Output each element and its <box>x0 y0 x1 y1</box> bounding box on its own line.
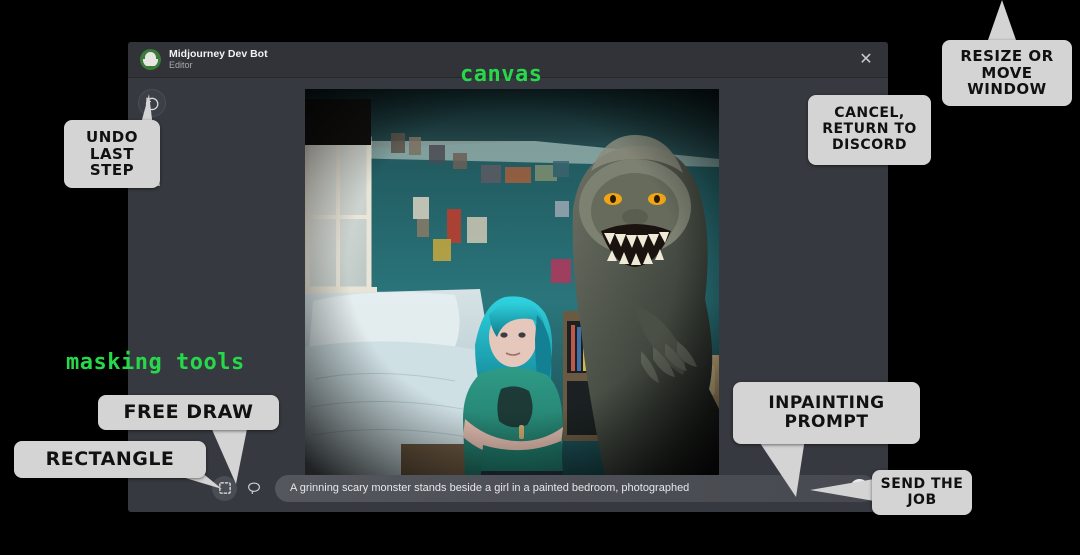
callout-line: DISCORD <box>832 136 907 153</box>
annotation-canvas-label: canvas <box>460 62 543 87</box>
callout-line: STEP <box>89 161 135 180</box>
callout-line: RECTANGLE <box>45 447 175 470</box>
annotation-masking-tools-label: masking tools <box>66 350 245 375</box>
undo-button[interactable] <box>138 89 166 117</box>
callout-cancel-return-discord: CANCEL, RETURN TO DISCORD <box>808 95 931 165</box>
bot-subtitle: Editor <box>169 59 193 70</box>
callout-line: INPAINTING <box>768 392 885 413</box>
callout-line: SEND THE <box>880 475 964 492</box>
screenshot-root: Midjourney Dev Bot Editor ✕ A grinning s… <box>0 0 1080 555</box>
callout-send-the-job: SEND THE JOB <box>872 470 972 515</box>
bot-name: Midjourney Dev Bot <box>169 47 268 60</box>
midjourney-boat-icon <box>140 49 161 70</box>
callout-inpainting-prompt: INPAINTING PROMPT <box>733 382 920 444</box>
canvas-image[interactable] <box>305 89 719 476</box>
callout-line: WINDOW <box>967 80 1047 99</box>
callout-line: LAST <box>89 144 135 163</box>
inpainting-prompt-input[interactable] <box>275 482 850 494</box>
send-job-button[interactable] <box>850 478 869 498</box>
free-draw-tool-button[interactable] <box>241 476 266 501</box>
callout-line: UNDO <box>86 127 138 146</box>
callout-free-draw: FREE DRAW <box>98 395 279 430</box>
header-text-block: Midjourney Dev Bot Editor <box>169 47 268 70</box>
callout-rectangle: RECTANGLE <box>14 441 206 478</box>
lasso-freedraw-icon <box>247 482 260 495</box>
bottom-toolbar <box>128 464 888 512</box>
send-arrow-icon <box>856 485 863 491</box>
canvas-artwork <box>305 89 719 476</box>
callout-undo-last-step: UNDO LAST STEP <box>64 120 160 188</box>
callout-line: RESIZE OR <box>960 46 1054 65</box>
inpainting-prompt-bar[interactable] <box>275 474 876 502</box>
callout-line: FREE DRAW <box>123 400 254 423</box>
callout-line: MOVE <box>981 63 1033 82</box>
callout-line: CANCEL, <box>834 105 905 122</box>
dashed-rectangle-icon <box>218 482 231 494</box>
callout-line: JOB <box>907 491 937 508</box>
callout-resize-move-window: RESIZE OR MOVE WINDOW <box>942 40 1072 106</box>
undo-rotate-ccw-icon <box>145 96 158 110</box>
close-icon[interactable]: ✕ <box>856 50 876 70</box>
callout-line: PROMPT <box>784 412 869 432</box>
callout-line: RETURN TO <box>822 121 917 138</box>
rectangle-select-tool-button[interactable] <box>212 475 237 501</box>
